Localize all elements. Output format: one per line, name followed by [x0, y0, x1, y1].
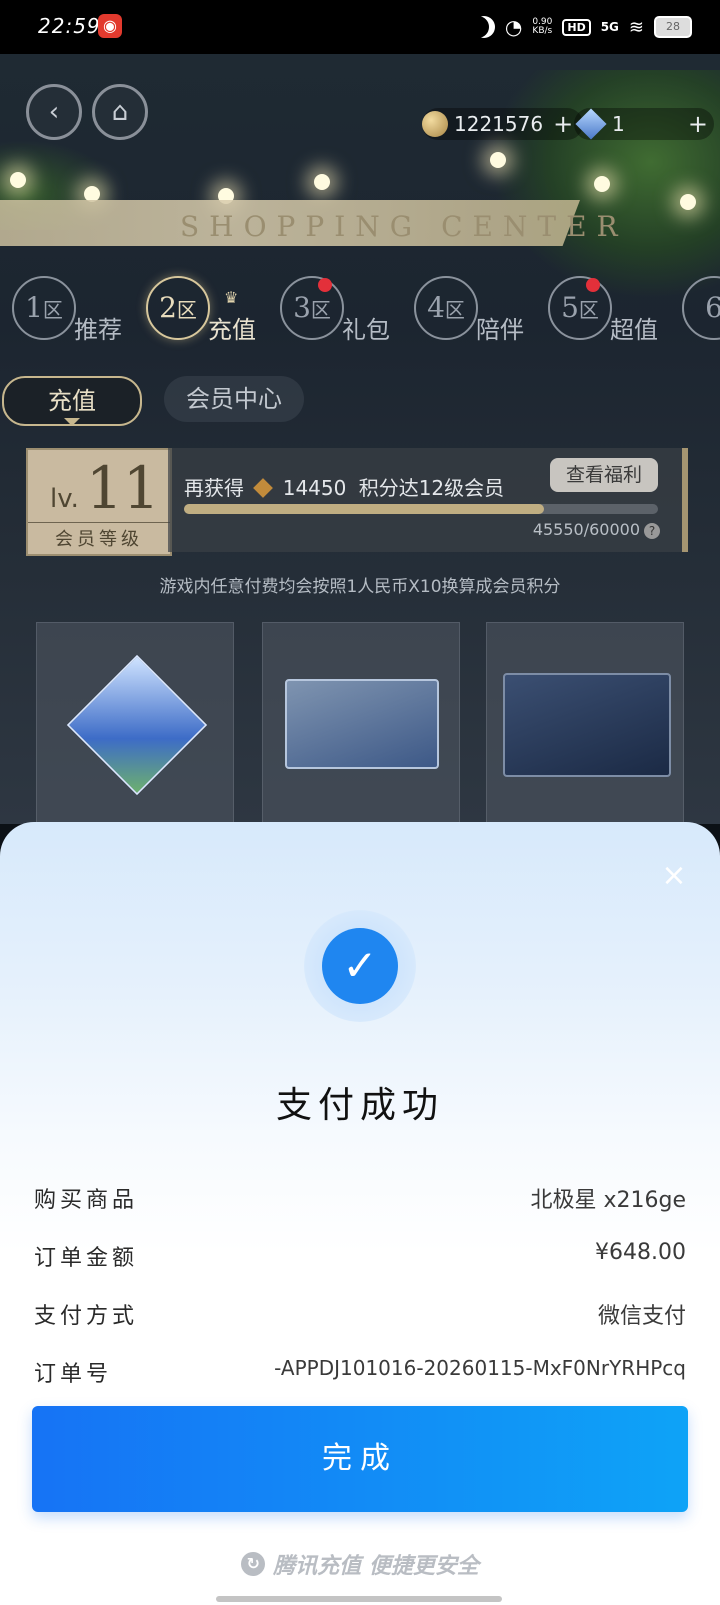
zone-suffix: 区: [578, 298, 599, 322]
zone-tab-value[interactable]: 5区 超值: [548, 276, 668, 346]
polaris-crystal-image: [66, 654, 208, 796]
zone-digit: 3: [293, 291, 311, 324]
zone-suffix: 区: [310, 298, 331, 322]
do-not-disturb-icon: [473, 16, 495, 38]
progress-text-before: 再获得: [184, 476, 244, 500]
zone-number: 2区: [146, 276, 210, 340]
zone-number: 3区: [280, 276, 344, 340]
speed-gauge-icon: ◔: [504, 15, 523, 39]
check-icon: ✓: [322, 928, 398, 1004]
subtab-recharge[interactable]: 充值: [2, 376, 142, 426]
zone-digit: 4: [427, 291, 445, 324]
points-needed: 14450: [282, 476, 347, 500]
zone-label: 礼包: [342, 316, 390, 344]
member-level-card: lv. 11 会员等级: [26, 448, 172, 556]
zone-tab-gift-pack[interactable]: 3区 礼包: [280, 276, 400, 346]
detail-label: 支付方式: [34, 1304, 139, 1329]
subtab-member-center[interactable]: 会员中心: [164, 376, 304, 422]
zone-digit: 1: [25, 291, 43, 324]
light-bulb: [314, 174, 330, 190]
zone-digit: 6: [705, 291, 720, 324]
zone-number: 6: [682, 276, 720, 340]
progress-text: 再获得 14450 积分达12级会员: [184, 472, 504, 501]
detail-label: 购买商品: [34, 1188, 139, 1213]
light-bulb: [10, 172, 26, 188]
progress-count-value: 45550/60000: [532, 520, 640, 539]
detail-value: 微信支付: [597, 1304, 686, 1329]
product-card[interactable]: [36, 622, 234, 824]
zone-tabs: 1区 推荐 2区 ♛ 充值 3区 礼包 4区 陪伴 5区 超值 6: [0, 270, 720, 350]
status-time: 22:59: [38, 14, 101, 38]
zone-tab-recharge[interactable]: 2区 ♛ 充值: [146, 276, 266, 346]
view-benefits-button[interactable]: 查看福利: [550, 458, 658, 492]
shopping-center-title: SHOPPING CENTER: [180, 210, 628, 243]
light-bulb: [594, 176, 610, 192]
product-card[interactable]: [262, 622, 460, 824]
zone-label: 超值: [610, 316, 658, 344]
zone-suffix: 区: [444, 298, 465, 322]
detail-value: -APPDJ101016-20260115-MxF0NrYRHPcq: [274, 1356, 686, 1380]
light-bulb: [680, 194, 696, 210]
zone-suffix: 区: [176, 298, 197, 322]
zone-tab-6[interactable]: 6: [682, 276, 720, 346]
detail-row-amount: 订单金额 ¥648.00: [34, 1240, 686, 1280]
detail-row-order-id: 订单号 -APPDJ101016-20260115-MxF0NrYRHPcq: [34, 1356, 686, 1396]
status-bar: 22:59 ◉ ◔ 0.90 KB/s HD 5G ≋ 28: [0, 0, 720, 54]
zone-number: 1区: [12, 276, 76, 340]
notification-dot: [318, 278, 332, 292]
secure-footer: ↻ 腾讯充值 便捷更安全: [0, 1548, 720, 1580]
help-icon[interactable]: ?: [644, 523, 660, 539]
product-card[interactable]: [486, 622, 684, 824]
points-icon: [253, 478, 274, 498]
zone-tab-companion[interactable]: 4区 陪伴: [414, 276, 534, 346]
level-caption: 会员等级: [28, 522, 170, 551]
crystal-crate-image: [503, 673, 671, 777]
netease-cloud-music-icon: ◉: [98, 14, 122, 38]
zone-label: 陪伴: [476, 316, 524, 344]
progress-track: [184, 504, 658, 514]
tencent-pay-icon: ↻: [241, 1552, 266, 1576]
level-progress-panel: 再获得 14450 积分达12级会员 查看福利 45550/60000?: [168, 448, 688, 552]
hd-icon: HD: [562, 18, 591, 36]
progress-count: 45550/60000?: [533, 520, 660, 539]
zone-tab-recommend[interactable]: 1区 推荐: [12, 276, 132, 346]
points-info-text: 游戏内任意付费均会按照1人民币X10换算成会员积分: [159, 577, 561, 597]
level-number: 11: [86, 454, 160, 522]
battery-icon: 28: [654, 16, 692, 38]
crown-icon: ♛: [224, 288, 239, 307]
net-speed-unit: KB/s: [532, 26, 553, 36]
zone-label: 推荐: [74, 316, 122, 344]
zone-number: 5区: [548, 276, 612, 340]
wifi-icon: ≋: [628, 16, 644, 38]
zone-label: 充值: [208, 316, 256, 344]
progress-fill: [184, 504, 544, 514]
payment-success-title: 支付成功: [275, 1085, 444, 1126]
crystal-box-image: [285, 679, 439, 769]
close-button[interactable]: ×: [658, 860, 690, 892]
level-prefix: lv.: [50, 484, 79, 514]
network-speed: 0.90 KB/s: [532, 18, 552, 36]
detail-value: 北极星 x216ge: [530, 1188, 686, 1213]
zone-number: 4区: [414, 276, 478, 340]
detail-row-product: 购买商品 北极星 x216ge: [34, 1182, 686, 1222]
status-indicators: ◔ 0.90 KB/s HD 5G ≋ 28: [473, 12, 692, 42]
zone-digit: 2: [159, 291, 177, 324]
home-indicator[interactable]: [216, 1596, 502, 1602]
detail-label: 订单号: [34, 1362, 113, 1387]
detail-label: 订单金额: [34, 1246, 139, 1271]
zone-digit: 5: [561, 291, 579, 324]
progress-text-after: 积分达12级会员: [358, 476, 505, 500]
notification-dot: [586, 278, 600, 292]
signal-5g-icon: 5G: [600, 20, 619, 34]
detail-row-method: 支付方式 微信支付: [34, 1298, 686, 1338]
zone-suffix: 区: [42, 298, 63, 322]
footer-text: 腾讯充值 便捷更安全: [273, 1554, 479, 1579]
light-bulb: [84, 186, 100, 202]
light-bulb: [490, 152, 506, 168]
done-button[interactable]: 完成: [32, 1406, 688, 1512]
detail-value: ¥648.00: [595, 1240, 686, 1265]
